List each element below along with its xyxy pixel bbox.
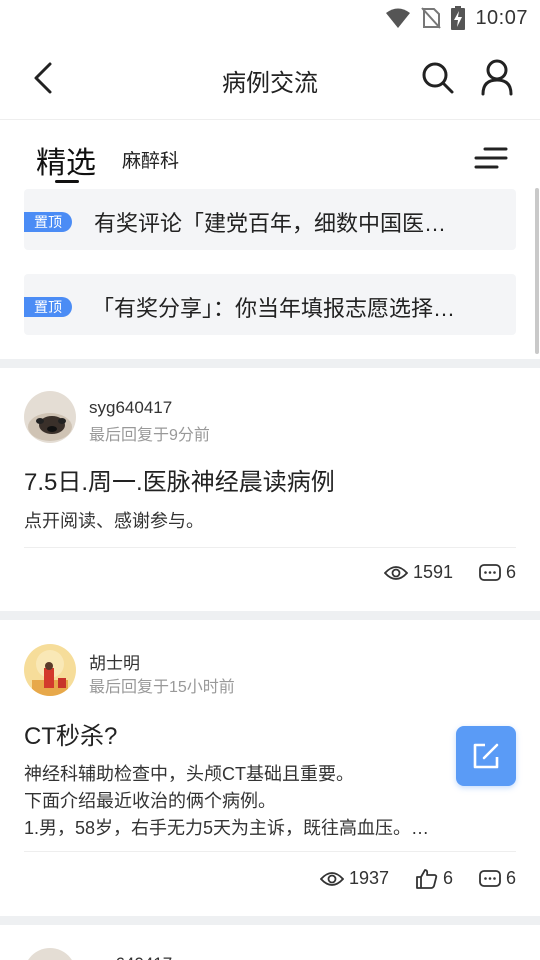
thumbs-up-icon <box>416 868 438 889</box>
post-title: 7.5日.周一.医脉神经晨读病例 <box>24 469 335 496</box>
profile-button[interactable] <box>479 58 515 96</box>
filter-button[interactable] <box>473 145 509 173</box>
user-icon <box>481 59 513 96</box>
post-title: CT秒杀? <box>24 723 118 750</box>
section-separator <box>0 916 540 925</box>
pinned-post[interactable]: 置顶 「有奖分享」：你当年填报志愿选择… <box>24 274 516 335</box>
avatar[interactable] <box>24 391 76 443</box>
eye-icon <box>320 871 344 886</box>
comment-count-value: 6 <box>506 868 517 888</box>
post-excerpt: 神经科辅助检查中，头颅CT基础且重要。 下面介绍最近收治的俩个病例。 1.男，5… <box>24 761 504 842</box>
author-name[interactable]: syg640417 <box>89 398 172 418</box>
like-button[interactable]: 6 <box>416 868 453 889</box>
comment-count[interactable]: 6 <box>479 562 516 583</box>
wifi-icon <box>386 8 411 28</box>
section-separator <box>0 611 540 620</box>
category-tabs: 精选 麻醉科 <box>0 121 540 187</box>
eye-icon <box>384 565 408 580</box>
last-reply-time: 最后回复于9分前 <box>89 427 210 444</box>
tab-anesthesiology[interactable]: 麻醉科 <box>122 146 179 173</box>
search-button[interactable] <box>420 60 456 96</box>
no-sim-icon <box>421 7 442 29</box>
illustration-avatar-image <box>24 644 76 696</box>
view-count-value: 1591 <box>413 562 454 582</box>
post-excerpt-line: 下面介绍最近收治的俩个病例。 <box>24 791 276 811</box>
pug-avatar-image <box>24 948 76 960</box>
like-count-value: 6 <box>443 868 454 888</box>
post-card[interactable]: syg640417 最后回复于9分前 7.5日.周一.医脉神经晨读病例 点开阅读… <box>0 368 540 611</box>
pinned-badge: 置顶 <box>24 212 72 232</box>
tab-featured[interactable]: 精选 <box>36 138 96 182</box>
compose-post-button[interactable] <box>456 726 516 786</box>
view-count: 1937 <box>320 868 389 889</box>
author-name[interactable]: 胡士明 <box>89 649 140 674</box>
pinned-badge: 置顶 <box>24 297 72 317</box>
pinned-post-title: 有奖评论「建党百年，细数中国医… <box>94 211 447 236</box>
edit-icon <box>473 743 499 769</box>
section-separator <box>0 359 540 368</box>
comment-count[interactable]: 6 <box>479 868 516 889</box>
battery-charging-icon <box>451 6 466 30</box>
scrollbar[interactable] <box>535 188 539 354</box>
avatar[interactable] <box>24 948 76 960</box>
author-name[interactable]: syg640417 <box>89 954 172 960</box>
status-bar: 10:07 <box>0 0 540 36</box>
comment-icon <box>479 563 501 581</box>
last-reply-time: 最后回复于15小时前 <box>89 679 235 696</box>
post-excerpt-line: 点开阅读、感谢参与。 <box>24 511 204 531</box>
view-count-value: 1937 <box>349 868 390 888</box>
divider <box>24 851 516 852</box>
comment-icon <box>479 869 501 887</box>
app-header: 病例交流 <box>0 36 540 120</box>
post-excerpt-line: 1.男，58岁，右手无力5天为主诉，既往高血压。… <box>24 818 430 838</box>
post-excerpt-line: 神经科辅助检查中，头颅CT基础且重要。 <box>24 764 354 784</box>
pinned-post-title: 「有奖分享」：你当年填报志愿选择… <box>92 296 456 321</box>
pinned-post[interactable]: 置顶 有奖评论「建党百年，细数中国医… <box>24 189 516 250</box>
post-excerpt: 点开阅读、感谢参与。 <box>24 508 504 535</box>
comment-count-value: 6 <box>506 562 517 582</box>
post-card[interactable]: syg640417 <box>0 925 540 960</box>
divider <box>24 547 516 548</box>
page-title: 病例交流 <box>222 70 318 97</box>
view-count: 1591 <box>384 562 453 583</box>
filter-icon <box>474 147 508 169</box>
tab-indicator <box>55 180 79 183</box>
status-time: 10:07 <box>475 6 528 29</box>
pug-avatar-image <box>24 391 76 443</box>
search-icon <box>422 62 454 94</box>
avatar[interactable] <box>24 644 76 696</box>
